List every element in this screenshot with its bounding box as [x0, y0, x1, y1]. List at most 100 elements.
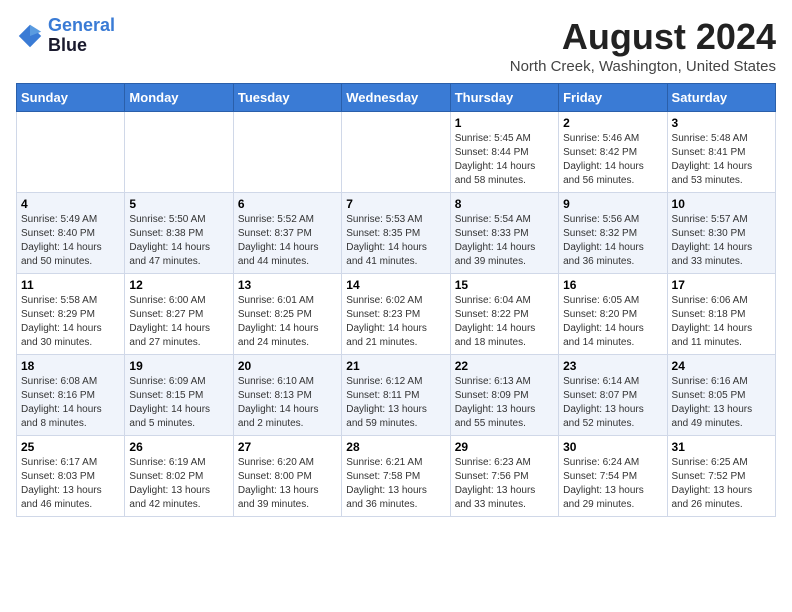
- day-number: 1: [455, 116, 554, 130]
- logo: General Blue: [16, 16, 115, 56]
- day-info: Sunrise: 5:54 AM Sunset: 8:33 PM Dayligh…: [455, 213, 554, 269]
- day-info: Sunrise: 6:21 AM Sunset: 7:58 PM Dayligh…: [346, 456, 445, 512]
- day-info: Sunrise: 5:56 AM Sunset: 8:32 PM Dayligh…: [563, 213, 662, 269]
- day-number: 2: [563, 116, 662, 130]
- calendar-cell: 7Sunrise: 5:53 AM Sunset: 8:35 PM Daylig…: [342, 193, 450, 274]
- day-number: 5: [129, 197, 228, 211]
- calendar-cell: 12 Sunrise: 6:00 AM Sunset: 8:27 PM Dayli…: [125, 274, 233, 355]
- day-info: Sunrise: 6:00 AM Sunset: 8:27 PM Dayligh…: [129, 294, 228, 350]
- header-row: SundayMondayTuesdayWednesdayThursdayFrid…: [17, 84, 776, 112]
- header-day-friday: Friday: [559, 84, 667, 112]
- day-info: Sunrise: 6:04 AM Sunset: 8:22 PM Dayligh…: [455, 294, 554, 350]
- day-info: Sunrise: 5:46 AM Sunset: 8:42 PM Dayligh…: [563, 132, 662, 188]
- day-info: Sunrise: 6:05 AM Sunset: 8:20 PM Dayligh…: [563, 294, 662, 350]
- calendar-cell: 30 Sunrise: 6:24 AM Sunset: 7:54 PM Dayli…: [559, 436, 667, 517]
- day-number: 15: [455, 278, 554, 292]
- calendar-table: SundayMondayTuesdayWednesdayThursdayFrid…: [16, 83, 776, 517]
- calendar-cell: 21Sunrise: 6:12 AM Sunset: 8:11 PM Dayli…: [342, 355, 450, 436]
- header-day-tuesday: Tuesday: [233, 84, 341, 112]
- day-info: Sunrise: 6:02 AM Sunset: 8:23 PM Dayligh…: [346, 294, 445, 350]
- header: General Blue August 2024 North Creek, Wa…: [16, 16, 776, 75]
- day-number: 18: [21, 359, 120, 373]
- day-number: 4: [21, 197, 120, 211]
- calendar-header: SundayMondayTuesdayWednesdayThursdayFrid…: [17, 84, 776, 112]
- calendar-body: 1 Sunrise: 5:45 AM Sunset: 8:44 PM Daylig…: [17, 112, 776, 517]
- day-info: Sunrise: 5:48 AM Sunset: 8:41 PM Dayligh…: [672, 132, 771, 188]
- calendar-cell: 18 Sunrise: 6:08 AM Sunset: 8:16 PM Dayli…: [17, 355, 125, 436]
- header-day-wednesday: Wednesday: [342, 84, 450, 112]
- day-number: 29: [455, 440, 554, 454]
- header-day-sunday: Sunday: [17, 84, 125, 112]
- header-day-thursday: Thursday: [450, 84, 558, 112]
- calendar-cell: 24 Sunrise: 6:16 AM Sunset: 8:05 PM Dayli…: [667, 355, 775, 436]
- calendar-cell: 16Sunrise: 6:05 AM Sunset: 8:20 PM Dayli…: [559, 274, 667, 355]
- day-number: 26: [129, 440, 228, 454]
- calendar-cell: [342, 112, 450, 193]
- day-number: 27: [238, 440, 337, 454]
- day-number: 3: [672, 116, 771, 130]
- header-day-saturday: Saturday: [667, 84, 775, 112]
- day-info: Sunrise: 5:52 AM Sunset: 8:37 PM Dayligh…: [238, 213, 337, 269]
- day-info: Sunrise: 6:16 AM Sunset: 8:05 PM Dayligh…: [672, 375, 771, 431]
- week-row-5: 25Sunrise: 6:17 AM Sunset: 8:03 PM Dayli…: [17, 436, 776, 517]
- title-area: August 2024 North Creek, Washington, Uni…: [510, 16, 776, 75]
- day-info: Sunrise: 6:08 AM Sunset: 8:16 PM Dayligh…: [21, 375, 120, 431]
- day-number: 13: [238, 278, 337, 292]
- day-number: 31: [672, 440, 771, 454]
- day-info: Sunrise: 5:45 AM Sunset: 8:44 PM Dayligh…: [455, 132, 554, 188]
- calendar-cell: 11Sunrise: 5:58 AM Sunset: 8:29 PM Dayli…: [17, 274, 125, 355]
- day-number: 19: [129, 359, 228, 373]
- day-info: Sunrise: 6:14 AM Sunset: 8:07 PM Dayligh…: [563, 375, 662, 431]
- day-number: 7: [346, 197, 445, 211]
- calendar-cell: [17, 112, 125, 193]
- calendar-cell: 22Sunrise: 6:13 AM Sunset: 8:09 PM Dayli…: [450, 355, 558, 436]
- day-info: Sunrise: 6:12 AM Sunset: 8:11 PM Dayligh…: [346, 375, 445, 431]
- day-number: 10: [672, 197, 771, 211]
- day-number: 23: [563, 359, 662, 373]
- day-number: 28: [346, 440, 445, 454]
- calendar-cell: 15 Sunrise: 6:04 AM Sunset: 8:22 PM Dayli…: [450, 274, 558, 355]
- day-number: 22: [455, 359, 554, 373]
- week-row-3: 11Sunrise: 5:58 AM Sunset: 8:29 PM Dayli…: [17, 274, 776, 355]
- day-info: Sunrise: 5:49 AM Sunset: 8:40 PM Dayligh…: [21, 213, 120, 269]
- day-number: 12: [129, 278, 228, 292]
- logo-icon: [16, 22, 44, 50]
- calendar-cell: 31 Sunrise: 6:25 AM Sunset: 7:52 PM Dayli…: [667, 436, 775, 517]
- header-day-monday: Monday: [125, 84, 233, 112]
- day-info: Sunrise: 6:20 AM Sunset: 8:00 PM Dayligh…: [238, 456, 337, 512]
- calendar-cell: 9 Sunrise: 5:56 AM Sunset: 8:32 PM Daylig…: [559, 193, 667, 274]
- calendar-cell: 19 Sunrise: 6:09 AM Sunset: 8:15 PM Dayli…: [125, 355, 233, 436]
- day-number: 17: [672, 278, 771, 292]
- logo-text: General Blue: [48, 16, 115, 56]
- day-number: 14: [346, 278, 445, 292]
- calendar-cell: [125, 112, 233, 193]
- calendar-cell: 25Sunrise: 6:17 AM Sunset: 8:03 PM Dayli…: [17, 436, 125, 517]
- day-info: Sunrise: 6:19 AM Sunset: 8:02 PM Dayligh…: [129, 456, 228, 512]
- calendar-cell: 6Sunrise: 5:52 AM Sunset: 8:37 PM Daylig…: [233, 193, 341, 274]
- week-row-1: 1 Sunrise: 5:45 AM Sunset: 8:44 PM Daylig…: [17, 112, 776, 193]
- calendar-cell: 1 Sunrise: 5:45 AM Sunset: 8:44 PM Daylig…: [450, 112, 558, 193]
- day-info: Sunrise: 5:50 AM Sunset: 8:38 PM Dayligh…: [129, 213, 228, 269]
- calendar-cell: 10 Sunrise: 5:57 AM Sunset: 8:30 PM Dayli…: [667, 193, 775, 274]
- calendar-cell: 28 Sunrise: 6:21 AM Sunset: 7:58 PM Dayli…: [342, 436, 450, 517]
- calendar-cell: 14 Sunrise: 6:02 AM Sunset: 8:23 PM Dayli…: [342, 274, 450, 355]
- calendar-cell: 20Sunrise: 6:10 AM Sunset: 8:13 PM Dayli…: [233, 355, 341, 436]
- day-info: Sunrise: 6:09 AM Sunset: 8:15 PM Dayligh…: [129, 375, 228, 431]
- day-number: 9: [563, 197, 662, 211]
- calendar-cell: [233, 112, 341, 193]
- calendar-cell: 13Sunrise: 6:01 AM Sunset: 8:25 PM Dayli…: [233, 274, 341, 355]
- calendar-cell: 3 Sunrise: 5:48 AM Sunset: 8:41 PM Daylig…: [667, 112, 775, 193]
- day-info: Sunrise: 5:58 AM Sunset: 8:29 PM Dayligh…: [21, 294, 120, 350]
- day-number: 20: [238, 359, 337, 373]
- calendar-cell: 8 Sunrise: 5:54 AM Sunset: 8:33 PM Daylig…: [450, 193, 558, 274]
- calendar-cell: 23 Sunrise: 6:14 AM Sunset: 8:07 PM Dayli…: [559, 355, 667, 436]
- calendar-cell: 5 Sunrise: 5:50 AM Sunset: 8:38 PM Daylig…: [125, 193, 233, 274]
- day-info: Sunrise: 6:24 AM Sunset: 7:54 PM Dayligh…: [563, 456, 662, 512]
- subtitle: North Creek, Washington, United States: [510, 58, 776, 75]
- calendar-cell: 29Sunrise: 6:23 AM Sunset: 7:56 PM Dayli…: [450, 436, 558, 517]
- day-number: 30: [563, 440, 662, 454]
- day-number: 8: [455, 197, 554, 211]
- day-number: 24: [672, 359, 771, 373]
- day-info: Sunrise: 6:25 AM Sunset: 7:52 PM Dayligh…: [672, 456, 771, 512]
- day-info: Sunrise: 5:57 AM Sunset: 8:30 PM Dayligh…: [672, 213, 771, 269]
